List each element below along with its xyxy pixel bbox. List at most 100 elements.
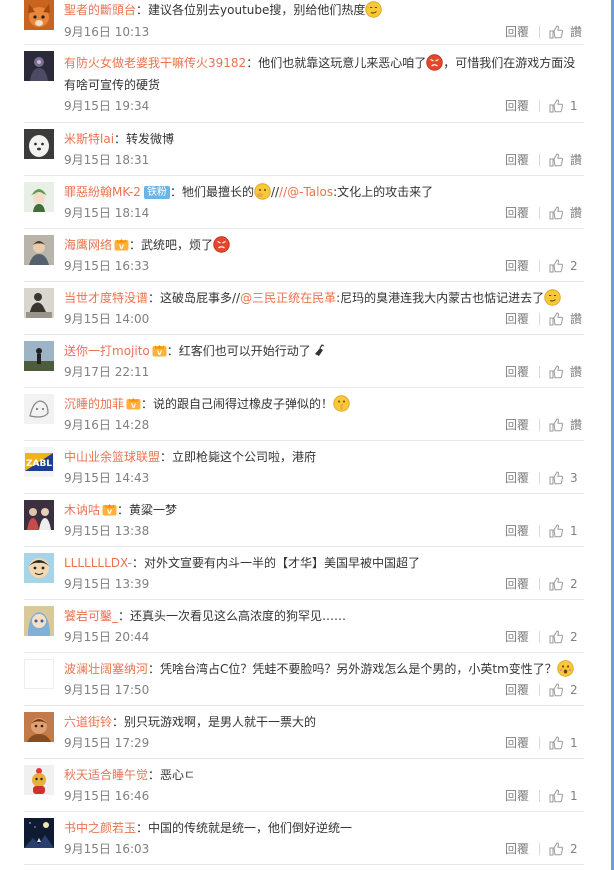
username-link[interactable]: 沉睡的加菲 — [64, 397, 124, 411]
username-link[interactable]: 有防火女做老婆我干嘛传火39182 — [64, 56, 246, 70]
like-button[interactable]: 2 — [539, 841, 583, 857]
reply-button[interactable]: 回覆 — [505, 523, 529, 539]
avatar[interactable] — [24, 235, 54, 265]
username-link[interactable]: 罪惡紛翰MK-2 — [64, 185, 141, 199]
comment-body-continued: :文化上的攻击来了 — [333, 185, 434, 199]
username-link[interactable]: 送你一打mojito — [64, 344, 150, 358]
comment-body: ：别只玩游戏啊，是男人就干一票大的 — [112, 715, 317, 729]
reply-button[interactable]: 回覆 — [505, 364, 529, 380]
list-item: 米斯特lai：转发微博 9月15日 18:31 回覆 讚 — [0, 123, 611, 176]
reply-button[interactable]: 回覆 — [505, 98, 529, 114]
timestamp: 9月15日 18:14 — [64, 206, 150, 220]
username-link[interactable]: 书中之颜若玉 — [64, 821, 136, 835]
avatar[interactable] — [24, 500, 54, 530]
divider — [539, 684, 540, 696]
username-link[interactable]: LLLLLLLDX- — [64, 556, 132, 570]
thumbs-up-icon — [549, 736, 564, 750]
avatar[interactable] — [24, 606, 54, 636]
avatar[interactable] — [24, 553, 54, 583]
like-count: 2 — [570, 630, 578, 644]
like-button[interactable]: 讚 — [539, 205, 583, 221]
avatar[interactable] — [24, 394, 54, 424]
like-count: 2 — [570, 842, 578, 856]
vip-badge-icon: V — [152, 345, 167, 357]
username-link[interactable]: 海鹰网络 — [64, 238, 112, 252]
avatar[interactable] — [24, 712, 54, 742]
username-link[interactable]: 秋天适合睡午觉 — [64, 768, 148, 782]
comment-body: ：立即枪毙这个公司啦，港府 — [160, 450, 317, 464]
like-button[interactable]: 1 — [539, 735, 583, 751]
reply-button[interactable]: 回覆 — [505, 470, 529, 486]
smirk-emoji-icon — [544, 289, 561, 306]
timestamp: 9月16日 14:28 — [64, 418, 150, 432]
like-button[interactable]: 讚 — [539, 24, 583, 40]
svg-text:V: V — [119, 243, 124, 251]
like-button[interactable]: 讚 — [539, 311, 583, 327]
divider — [539, 578, 540, 590]
like-button[interactable]: 2 — [539, 258, 583, 274]
thumbs-up-icon — [549, 471, 564, 485]
avatar[interactable] — [24, 341, 54, 371]
like-button[interactable]: 1 — [539, 788, 583, 804]
like-count: 2 — [570, 683, 578, 697]
timestamp: 9月15日 14:43 — [64, 471, 150, 485]
avatar[interactable] — [24, 0, 54, 30]
like-button[interactable]: 1 — [539, 98, 583, 114]
username-link[interactable]: 米斯特lai — [64, 132, 114, 146]
username-link[interactable]: 聖者的斷頭台 — [64, 3, 136, 17]
reply-button[interactable]: 回覆 — [505, 629, 529, 645]
divider — [539, 26, 540, 38]
avatar[interactable] — [24, 51, 54, 81]
avatar[interactable] — [24, 182, 54, 212]
reply-button[interactable]: 回覆 — [505, 417, 529, 433]
like-button[interactable]: 讚 — [539, 152, 583, 168]
list-item: 当世才度特没谱：这破岛屁事多//@三民正统在民革:尼玛的臭港连我大内蒙古也惦记进… — [0, 282, 611, 335]
like-button[interactable]: 讚 — [539, 417, 583, 433]
avatar[interactable] — [24, 765, 54, 795]
username-link[interactable]: 中山业余篮球联盟 — [64, 450, 160, 464]
username-link[interactable]: 六道街铃 — [64, 715, 112, 729]
angry-emoji-icon — [213, 236, 230, 253]
reply-button[interactable]: 回覆 — [505, 682, 529, 698]
like-button[interactable]: 2 — [539, 682, 583, 698]
avatar[interactable] — [24, 818, 54, 848]
comment-body: ：他们也就靠这玩意儿来恶心咱了 — [246, 56, 427, 70]
username-link[interactable]: 波澜壮阔塞纳河 — [64, 662, 148, 676]
timestamp: 9月15日 18:31 — [64, 153, 150, 167]
reply-button[interactable]: 回覆 — [505, 24, 529, 40]
comment-text: 聖者的斷頭台：建议各位别去youtube搜，别给他们热度 — [64, 0, 383, 20]
reply-button[interactable]: 回覆 — [505, 841, 529, 857]
thumbs-up-icon — [549, 842, 564, 856]
like-button[interactable]: 2 — [539, 629, 583, 645]
like-button[interactable]: 3 — [539, 470, 583, 486]
like-count: 1 — [570, 524, 578, 538]
mention-link[interactable]: @三民正统在民革 — [240, 291, 336, 305]
reply-button[interactable]: 回覆 — [505, 788, 529, 804]
reply-button[interactable]: 回覆 — [505, 205, 529, 221]
thumbs-up-icon — [549, 577, 564, 591]
reply-button[interactable]: 回覆 — [505, 152, 529, 168]
comment-body: ：这破岛屁事多// — [148, 291, 241, 305]
username-link[interactable]: 木讷咕 — [64, 503, 100, 517]
reply-button[interactable]: 回覆 — [505, 258, 529, 274]
shh-emoji-icon — [333, 395, 350, 412]
avatar[interactable] — [24, 288, 54, 318]
like-button[interactable]: 讚 — [539, 364, 583, 380]
divider — [539, 419, 540, 431]
mention-link[interactable]: //@-Talos — [279, 185, 333, 199]
avatar[interactable] — [24, 129, 54, 159]
thumbs-up-icon — [549, 25, 564, 39]
timestamp: 9月15日 17:29 — [64, 736, 150, 750]
surprised-emoji-icon — [557, 660, 574, 677]
like-button[interactable]: 1 — [539, 523, 583, 539]
like-button[interactable]: 2 — [539, 576, 583, 592]
username-link[interactable]: 当世才度特没谱 — [64, 291, 148, 305]
avatar[interactable]: ZABL — [24, 447, 54, 477]
reply-button[interactable]: 回覆 — [505, 576, 529, 592]
avatar[interactable] — [24, 659, 54, 689]
like-count: 讚 — [570, 365, 583, 379]
timestamp: 9月16日 10:13 — [64, 25, 150, 39]
reply-button[interactable]: 回覆 — [505, 735, 529, 751]
username-link[interactable]: 饕岩可鑿_ — [64, 609, 118, 623]
reply-button[interactable]: 回覆 — [505, 311, 529, 327]
